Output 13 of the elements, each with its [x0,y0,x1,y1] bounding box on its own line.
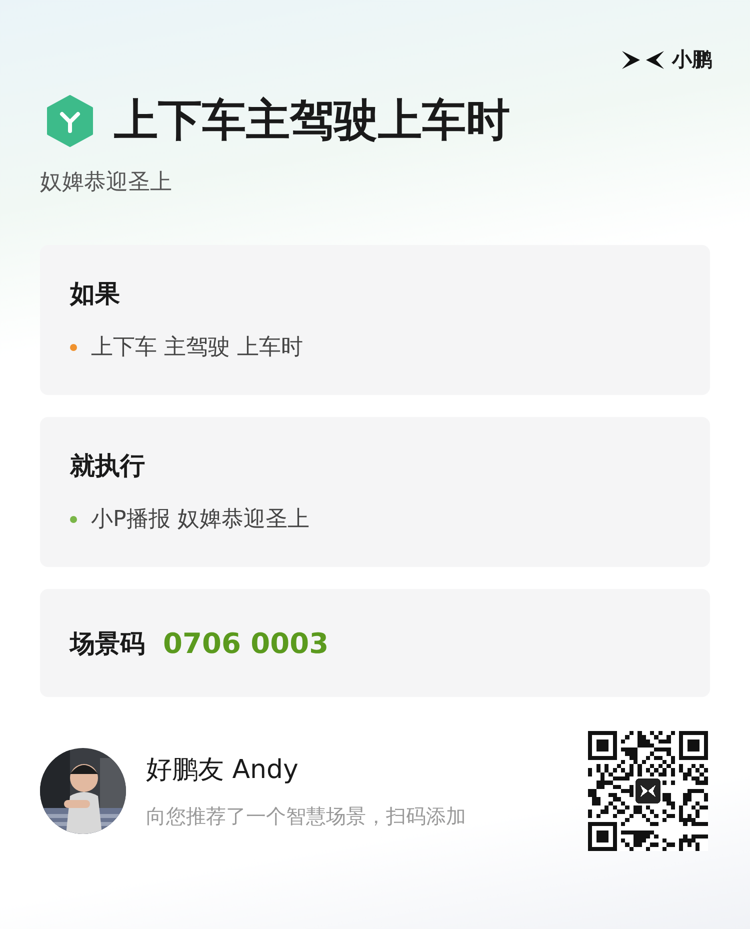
section-heading: 就执行 [70,450,146,482]
condition-text: 小P播报 奴婢恭迎圣上 [91,506,310,534]
brand-name: 小鹏 [672,46,712,73]
scene-subtitle: 奴婢恭迎圣上 [40,169,173,197]
recommendation-text: 向您推荐了一个智慧场景，扫码添加 [146,803,467,830]
section-heading: 如果 [70,278,121,310]
scene-icon [46,95,94,147]
friend-name: 好鹏友 Andy [146,754,300,787]
condition-text: 上下车 主驾驶 上车时 [91,334,303,362]
scene-code: 0706 0003 [163,626,329,660]
brand-logo-icon [622,48,664,70]
section-heading: 场景码 [70,628,145,660]
scene-title: 上下车主驾驶上车时 [114,94,510,148]
